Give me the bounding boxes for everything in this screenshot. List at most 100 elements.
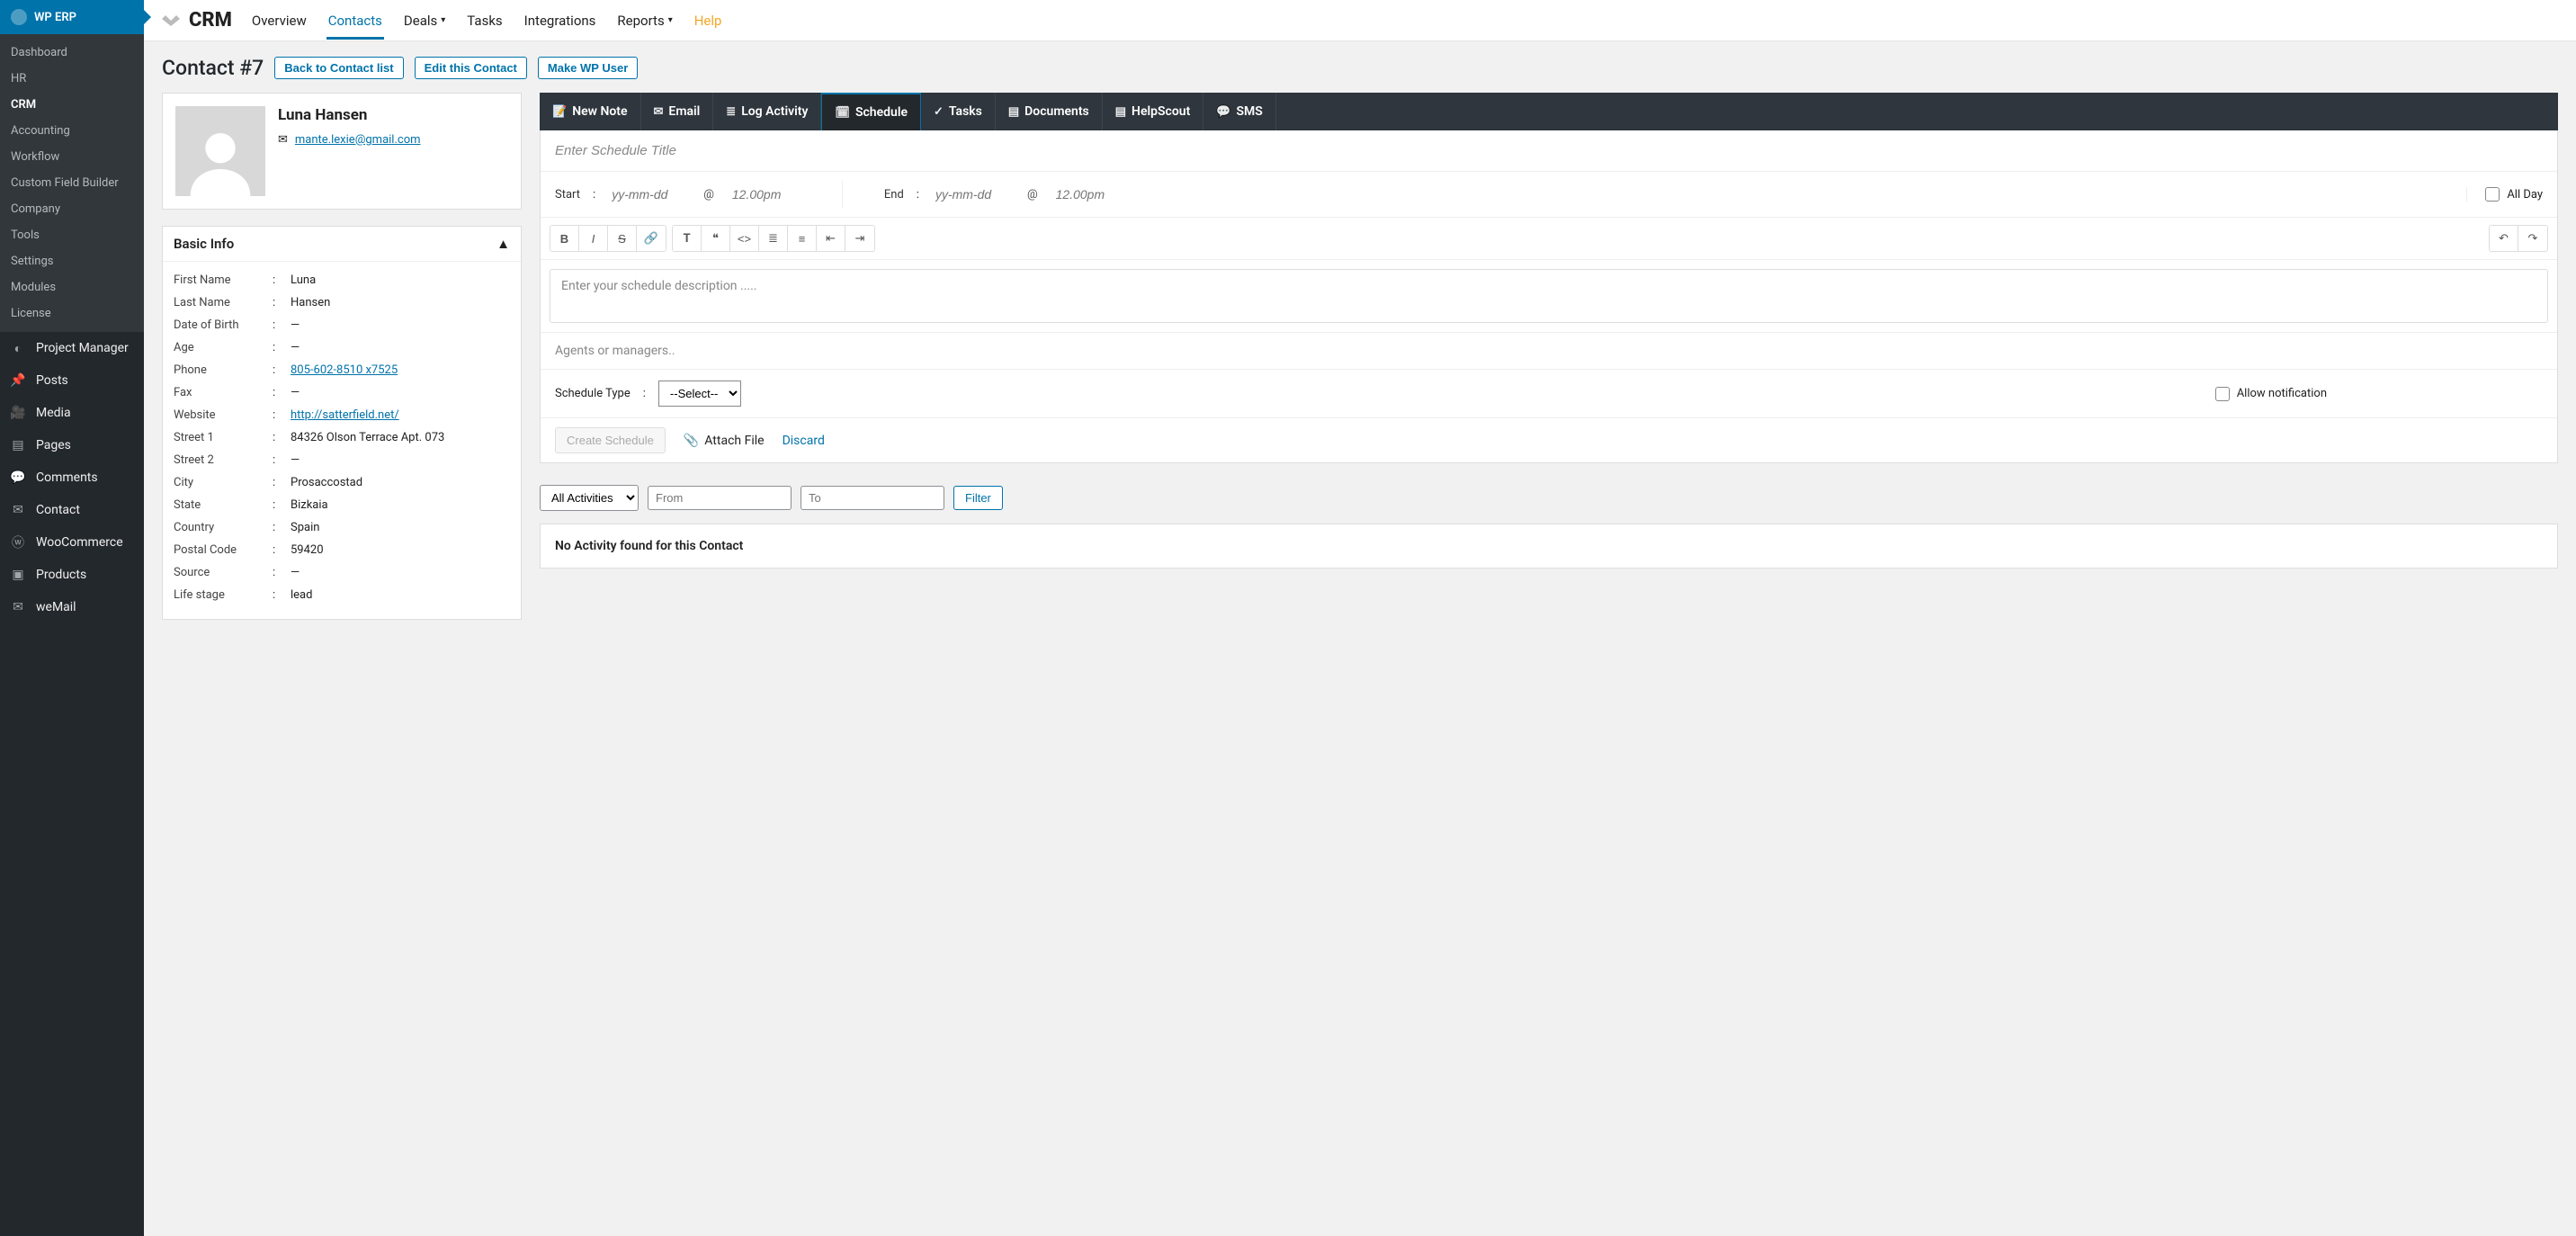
discard-link[interactable]: Discard <box>783 434 825 448</box>
info-link[interactable]: http://satterfield.net/ <box>291 408 399 422</box>
nav-help[interactable]: Help <box>693 2 724 40</box>
to-input[interactable] <box>801 486 944 510</box>
quote-button[interactable]: ❝ <box>702 226 730 251</box>
strike-button[interactable]: S <box>608 226 637 251</box>
info-label: Postal Code <box>174 543 273 557</box>
bold-button[interactable]: B <box>550 226 579 251</box>
sidebar-sub-custom-field-builder[interactable]: Custom Field Builder <box>0 170 144 196</box>
menu-icon: ⓦ <box>9 533 27 551</box>
info-label: Fax <box>174 386 273 399</box>
ol-button[interactable]: ≡ <box>788 226 817 251</box>
agents-input[interactable]: Agents or managers.. <box>541 332 2557 370</box>
info-label: Life stage <box>174 588 273 602</box>
sidebar-sub-accounting[interactable]: Accounting <box>0 118 144 144</box>
from-input[interactable] <box>648 486 792 510</box>
indent-button[interactable]: ⇥ <box>845 226 874 251</box>
notification-checkbox[interactable] <box>2215 387 2230 401</box>
profile-email-link[interactable]: mante.lexie@gmail.com <box>295 133 421 147</box>
schedule-type-select[interactable]: --Select-- <box>658 381 741 407</box>
link-button[interactable]: 🔗 <box>637 226 666 251</box>
sidebar-sub-license[interactable]: License <box>0 300 144 327</box>
info-label: Age <box>174 341 273 354</box>
info-row: Life stage:lead <box>174 584 510 606</box>
crm-label: CRM <box>189 9 232 31</box>
undo-button[interactable]: ↶ <box>2490 226 2518 251</box>
sidebar-sub-settings[interactable]: Settings <box>0 248 144 274</box>
tab-schedule[interactable]: 🗓Schedule <box>821 93 921 130</box>
sidebar-sub-dashboard[interactable]: Dashboard <box>0 40 144 66</box>
info-label: Street 2 <box>174 453 273 467</box>
start-date-input[interactable] <box>608 184 689 205</box>
chevron-down-icon: ▾ <box>668 15 673 25</box>
nav-overview[interactable]: Overview <box>250 2 309 40</box>
end-date-input[interactable] <box>932 184 1013 205</box>
attach-file-button[interactable]: 📎 Attach File <box>684 434 765 448</box>
redo-button[interactable]: ↷ <box>2518 226 2547 251</box>
tab-helpscout[interactable]: ▤HelpScout <box>1103 93 1204 130</box>
activities-select[interactable]: All Activities <box>540 485 639 511</box>
nav-reports[interactable]: Reports▾ <box>615 2 674 40</box>
sidebar-item-posts[interactable]: 📌Posts <box>0 364 144 397</box>
sidebar-item-comments[interactable]: 💬Comments <box>0 461 144 494</box>
tab-tasks[interactable]: ✓Tasks <box>921 93 996 130</box>
sidebar-item-wemail[interactable]: ✉weMail <box>0 591 144 623</box>
tab-icon: 🗓 <box>835 106 850 120</box>
info-row: City:Prosaccostad <box>174 471 510 494</box>
erp-submenu: DashboardHRCRMAccountingWorkflowCustom F… <box>0 34 144 332</box>
tab-log-activity[interactable]: ≣Log Activity <box>713 93 821 130</box>
end-time-input[interactable] <box>1052 184 1133 205</box>
make-wp-user-button[interactable]: Make WP User <box>538 57 638 79</box>
info-row: Country:Spain <box>174 516 510 539</box>
sidebar-item-woocommerce[interactable]: ⓦWooCommerce <box>0 526 144 559</box>
info-link[interactable]: 805-602-8510 x7525 <box>291 363 398 377</box>
tab-email[interactable]: ✉Email <box>641 93 714 130</box>
sidebar-item-media[interactable]: 🎥Media <box>0 397 144 429</box>
allday-toggle[interactable]: All Day <box>2466 187 2543 202</box>
nav-deals[interactable]: Deals▾ <box>402 2 447 40</box>
nav-contacts[interactable]: Contacts <box>326 2 384 40</box>
sidebar-item-project-manager[interactable]: ◐Project Manager <box>0 332 144 364</box>
tab-new-note[interactable]: 📝New Note <box>540 93 641 130</box>
info-row: Postal Code:59420 <box>174 539 510 561</box>
italic-button[interactable]: I <box>579 226 608 251</box>
notification-toggle[interactable]: Allow notification <box>2215 387 2327 401</box>
filter-button[interactable]: Filter <box>953 486 1003 510</box>
info-value: — <box>291 341 510 354</box>
brand[interactable]: WP ERP <box>0 0 144 34</box>
sidebar-sub-crm[interactable]: CRM <box>0 92 144 118</box>
sidebar-sub-tools[interactable]: Tools <box>0 222 144 248</box>
sidebar-sub-modules[interactable]: Modules <box>0 274 144 300</box>
nav-tasks[interactable]: Tasks <box>465 2 504 40</box>
edit-button[interactable]: Edit this Contact <box>415 57 527 79</box>
textsize-button[interactable]: 𝐓 <box>673 226 702 251</box>
sidebar-sub-workflow[interactable]: Workflow <box>0 144 144 170</box>
outdent-button[interactable]: ⇤ <box>817 226 845 251</box>
info-value: — <box>291 318 510 332</box>
sidebar-sub-hr[interactable]: HR <box>0 66 144 92</box>
nav-integrations[interactable]: Integrations <box>523 2 598 40</box>
allday-checkbox[interactable] <box>2485 187 2500 202</box>
handshake-icon <box>160 11 182 31</box>
sidebar-sub-company[interactable]: Company <box>0 196 144 222</box>
tab-documents[interactable]: ▤Documents <box>996 93 1103 130</box>
sidebar-item-products[interactable]: ▣Products <box>0 559 144 591</box>
brand-icon <box>11 9 27 25</box>
back-button[interactable]: Back to Contact list <box>274 57 403 79</box>
info-row: Last Name:Hansen <box>174 291 510 314</box>
basic-info-header[interactable]: Basic Info ▲ <box>163 227 521 262</box>
sidebar-item-pages[interactable]: ▤Pages <box>0 429 144 461</box>
editor-body[interactable]: Enter your schedule description ..... <box>550 269 2548 323</box>
start-time-input[interactable] <box>729 184 809 205</box>
tab-sms[interactable]: 💬SMS <box>1203 93 1276 130</box>
sidebar-item-contact[interactable]: ✉Contact <box>0 494 144 526</box>
ul-button[interactable]: ≣ <box>759 226 788 251</box>
schedule-title-input[interactable] <box>541 130 2557 172</box>
create-schedule-button[interactable]: Create Schedule <box>555 427 666 453</box>
code-button[interactable]: <> <box>730 226 759 251</box>
tab-icon: ≣ <box>726 105 736 119</box>
editor-toolbar: B I S 🔗 𝐓 ❝ <> ≣ ≡ ⇤ <box>541 218 2557 260</box>
tab-icon: 💬 <box>1216 105 1230 119</box>
menu-icon: ✉ <box>9 598 27 616</box>
email-icon: ✉ <box>278 133 288 147</box>
info-label: City <box>174 476 273 489</box>
